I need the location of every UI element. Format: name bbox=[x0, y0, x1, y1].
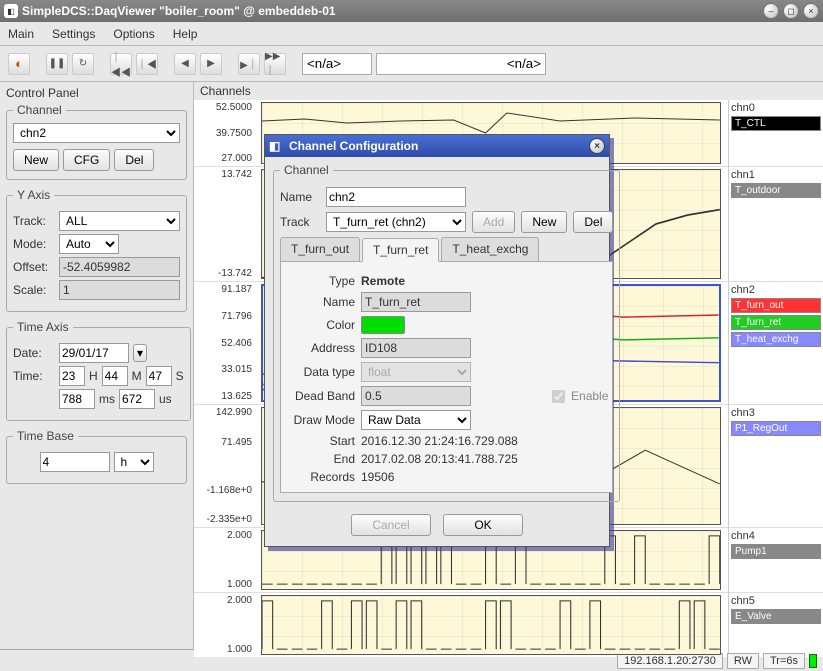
channel-legend: Channel bbox=[13, 103, 66, 117]
dialog-drawmode-select[interactable]: Raw Data bbox=[361, 410, 471, 430]
status-tr: Tr=6s bbox=[763, 653, 805, 669]
track-tag-P1_RegOut[interactable]: P1_RegOut bbox=[731, 421, 821, 436]
yaxis-track-select[interactable]: ALL bbox=[59, 211, 180, 231]
dialog-new-button[interactable]: New bbox=[521, 211, 567, 233]
time-ms[interactable] bbox=[59, 389, 95, 409]
dialog-enable-checkbox bbox=[552, 390, 565, 403]
channel-name: chn2 bbox=[731, 284, 821, 296]
dialog-dtype: float bbox=[361, 362, 471, 382]
skip-end-icon[interactable]: ▶▶｜ bbox=[264, 53, 286, 75]
channel-name: chn0 bbox=[731, 102, 821, 114]
dialog-del-button[interactable]: Del bbox=[573, 211, 613, 233]
dialog-ok-button[interactable]: OK bbox=[443, 514, 523, 536]
timebase-value[interactable] bbox=[40, 452, 110, 472]
timebase-group: Time Base h bbox=[6, 429, 187, 484]
channel-group: Channel chn2 New CFG Del bbox=[6, 103, 187, 180]
dialog-close-button[interactable]: × bbox=[589, 138, 605, 154]
menubar: Main Settings Options Help bbox=[0, 22, 823, 46]
channel-select[interactable]: chn2 bbox=[13, 123, 180, 143]
maximize-button[interactable]: ◻ bbox=[783, 3, 799, 19]
window-title: SimpleDCS::DaqViewer "boiler_room" @ emb… bbox=[22, 4, 759, 18]
nav-right-field[interactable] bbox=[376, 53, 546, 75]
dialog-cancel-button[interactable]: Cancel bbox=[351, 514, 431, 536]
menu-settings[interactable]: Settings bbox=[52, 27, 95, 41]
menu-options[interactable]: Options bbox=[113, 27, 154, 41]
dialog-deadband: 0.5 bbox=[361, 386, 471, 406]
channel-new-button[interactable]: New bbox=[13, 149, 59, 171]
yaxis-legend: Y Axis bbox=[13, 188, 54, 202]
dialog-add-button[interactable]: Add bbox=[472, 211, 515, 233]
rewind-icon[interactable]: ◀ bbox=[174, 53, 196, 75]
window-titlebar: ◧ SimpleDCS::DaqViewer "boiler_room" @ e… bbox=[0, 0, 823, 22]
track-tag-Pump1[interactable]: Pump1 bbox=[731, 544, 821, 559]
record-icon[interactable]: ◐ bbox=[8, 53, 30, 75]
dialog-title: Channel Configuration bbox=[289, 139, 583, 153]
plot-chn5[interactable] bbox=[261, 595, 721, 655]
toolbar: ◐ ❚❚ ↻ ｜◀◀ ｜◀ ◀ ▶ ▶｜ ▶▶｜ bbox=[0, 46, 823, 82]
track-tag-T_outdoor[interactable]: T_outdoor bbox=[731, 183, 821, 198]
menu-help[interactable]: Help bbox=[173, 27, 198, 41]
time-h[interactable] bbox=[59, 366, 85, 386]
dialog-channel-group: Channel Name Track T_furn_ret (chn2) Add… bbox=[273, 163, 620, 502]
control-panel-title: Control Panel bbox=[6, 86, 187, 100]
dialog-type-value: Remote bbox=[361, 274, 405, 288]
dialog-track-select[interactable]: T_furn_ret (chn2) bbox=[326, 212, 466, 232]
yaxis-scale-value: 1 bbox=[59, 280, 180, 300]
time-s[interactable] bbox=[146, 366, 172, 386]
channel-cfg-button[interactable]: CFG bbox=[63, 149, 110, 171]
date-picker-button[interactable]: ▾ bbox=[133, 344, 147, 362]
reload-icon[interactable]: ↻ bbox=[72, 53, 94, 75]
channel-del-button[interactable]: Del bbox=[114, 149, 154, 171]
dialog-start: 2016.12.30 21:24:16.729.088 bbox=[361, 434, 518, 448]
dialog-tab-T_heat_exchg[interactable]: T_heat_exchg bbox=[441, 237, 539, 261]
dialog-records: 19506 bbox=[361, 470, 394, 484]
track-tag-T_furn_ret[interactable]: T_furn_ret bbox=[731, 315, 821, 330]
channel-config-dialog: ◧ Channel Configuration × Channel Name T… bbox=[264, 134, 610, 547]
dialog-address: ID108 bbox=[361, 338, 471, 358]
channel-name: chn3 bbox=[731, 407, 821, 419]
channels-title: Channels bbox=[194, 82, 823, 100]
timeaxis-legend: Time Axis bbox=[13, 320, 73, 334]
timeaxis-group: Time Axis Date: ▾ Time: H M S ms us bbox=[6, 320, 191, 421]
track-tag-T_heat_exchg[interactable]: T_heat_exchg bbox=[731, 332, 821, 347]
dialog-tab-T_furn_out[interactable]: T_furn_out bbox=[280, 237, 360, 261]
dialog-tab-T_furn_ret[interactable]: T_furn_ret bbox=[362, 238, 439, 262]
pause-icon[interactable]: ❚❚ bbox=[46, 53, 68, 75]
timebase-unit[interactable]: h bbox=[114, 452, 154, 472]
yaxis-offset-value: -52.4059982 bbox=[59, 257, 180, 277]
dialog-tab-body: Type Remote Name T_furn_ret Color Addres… bbox=[280, 261, 613, 493]
track-tag-T_furn_out[interactable]: T_furn_out bbox=[731, 298, 821, 313]
channel-name: chn4 bbox=[731, 530, 821, 542]
timebase-legend: Time Base bbox=[13, 429, 78, 443]
play-icon[interactable]: ▶ bbox=[200, 53, 222, 75]
menu-main[interactable]: Main bbox=[8, 27, 34, 41]
skip-start-icon[interactable]: ｜◀◀ bbox=[110, 53, 132, 75]
track-tag-T_CTL[interactable]: T_CTL bbox=[731, 116, 821, 131]
dialog-track-name: T_furn_ret bbox=[361, 292, 471, 312]
dialog-icon: ◧ bbox=[269, 139, 283, 153]
yaxis-mode-select[interactable]: Auto bbox=[59, 234, 119, 254]
yaxis-group: Y Axis Track: ALL Mode: Auto Offset: -52… bbox=[6, 188, 187, 312]
dialog-color-button[interactable] bbox=[361, 316, 405, 334]
nav-left-field[interactable] bbox=[302, 53, 372, 75]
channel-name: chn5 bbox=[731, 595, 821, 607]
status-rw: RW bbox=[727, 653, 759, 669]
time-m[interactable] bbox=[102, 366, 128, 386]
time-us[interactable] bbox=[119, 389, 155, 409]
channel-name: chn1 bbox=[731, 169, 821, 181]
app-icon: ◧ bbox=[4, 4, 18, 18]
dialog-end: 2017.02.08 20:13:41.788.725 bbox=[361, 452, 518, 466]
status-led-icon bbox=[809, 654, 817, 668]
close-button[interactable]: × bbox=[803, 3, 819, 19]
control-panel: Control Panel Channel chn2 New CFG Del Y… bbox=[0, 82, 194, 649]
prev-icon[interactable]: ｜◀ bbox=[136, 53, 158, 75]
track-tag-E_Valve[interactable]: E_Valve bbox=[731, 609, 821, 624]
next-icon[interactable]: ▶｜ bbox=[238, 53, 260, 75]
minimize-button[interactable]: – bbox=[763, 3, 779, 19]
dialog-name-field[interactable] bbox=[326, 187, 466, 207]
date-field[interactable] bbox=[59, 343, 129, 363]
